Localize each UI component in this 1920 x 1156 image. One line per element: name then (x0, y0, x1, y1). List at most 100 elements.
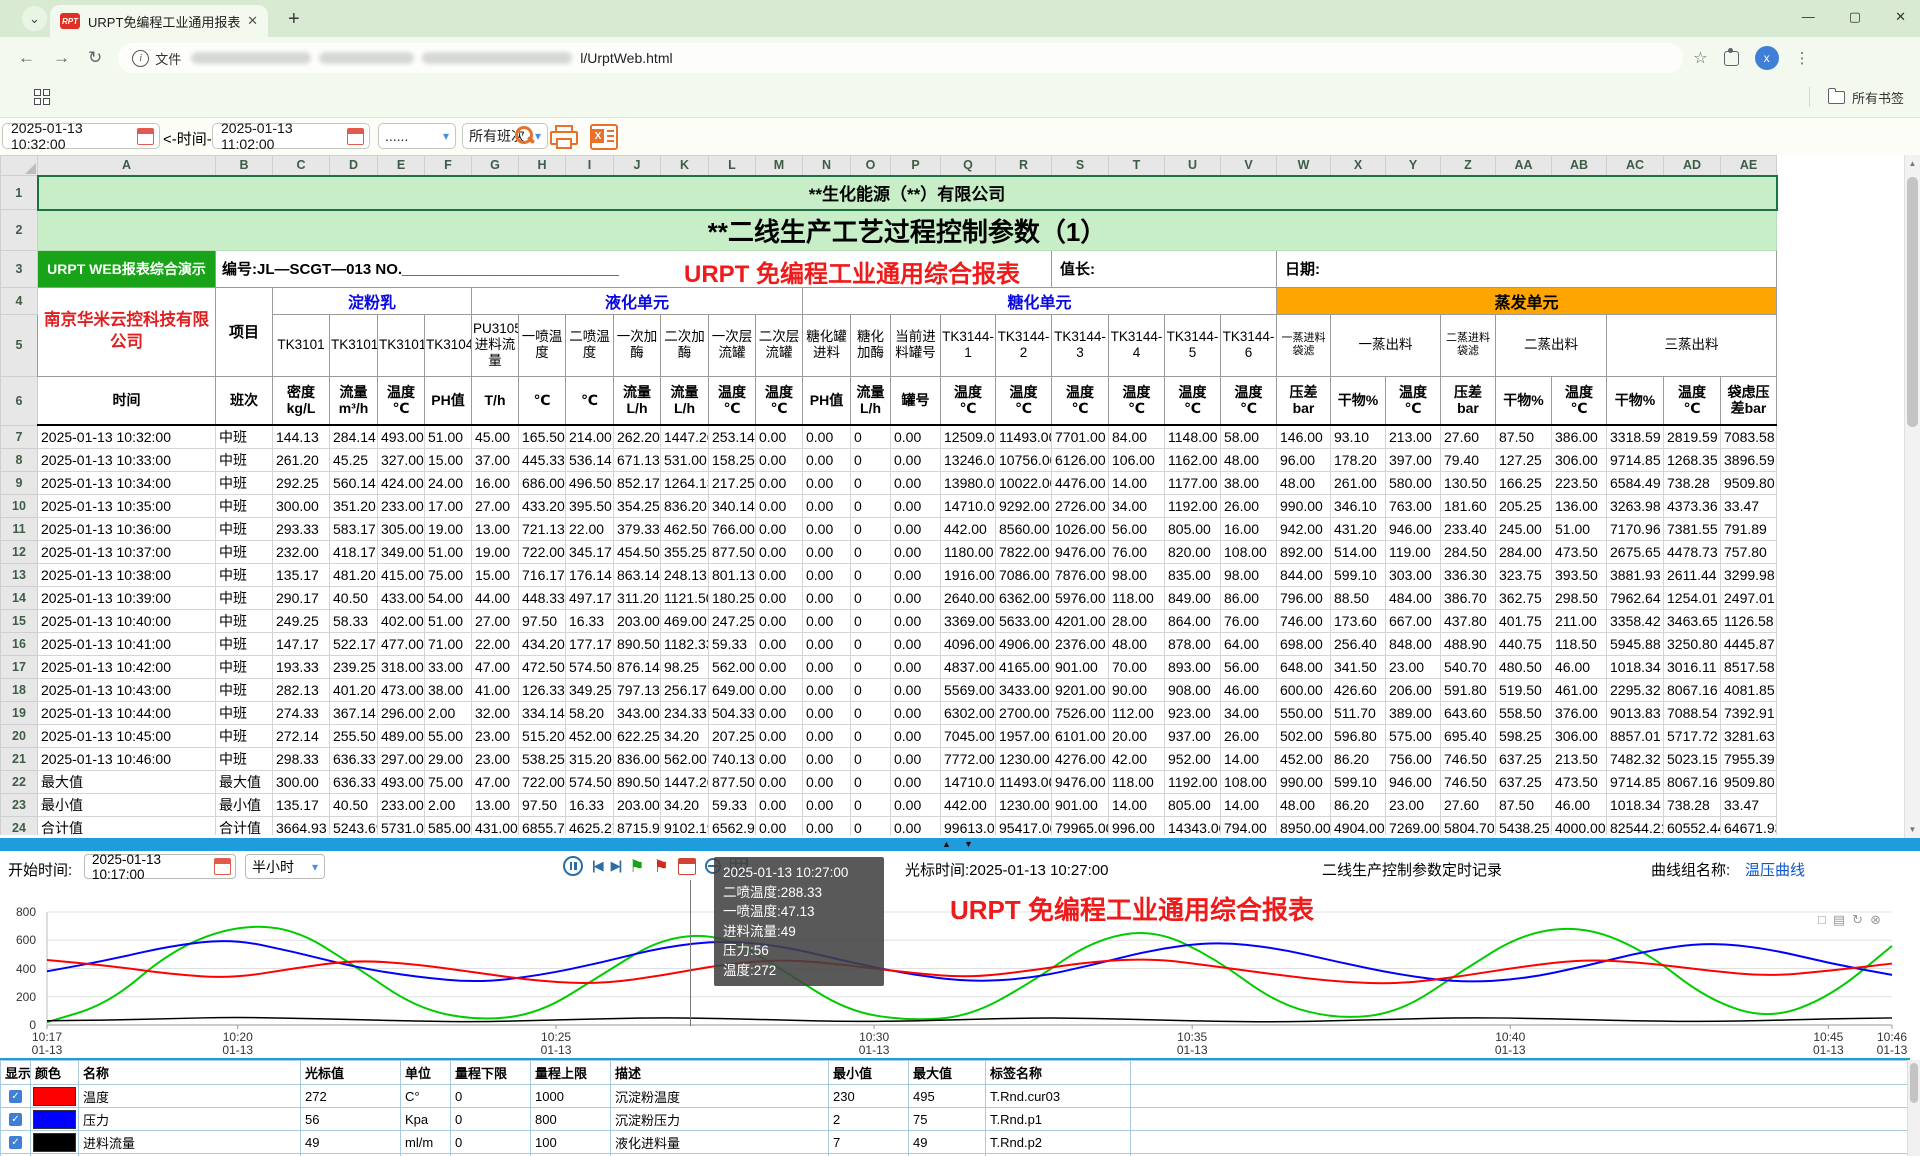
unit-header-cell[interactable]: 流量 L/h (851, 376, 891, 425)
new-tab-button[interactable]: + (288, 8, 300, 31)
value-cell[interactable]: 1162.00 (1165, 449, 1221, 472)
value-cell[interactable]: 0.00 (803, 794, 851, 817)
value-cell[interactable]: 0.00 (803, 564, 851, 587)
value-cell[interactable]: 173.60 (1331, 610, 1386, 633)
value-cell[interactable]: 794.00 (1221, 817, 1277, 836)
value-cell[interactable]: 296.00 (378, 702, 425, 725)
value-cell[interactable]: 3896.59 (1721, 449, 1777, 472)
value-cell[interactable]: 477.00 (378, 633, 425, 656)
value-cell[interactable]: 454.50 (614, 541, 661, 564)
company-title-cell[interactable]: **生化能源（**）有限公司 (38, 176, 1777, 210)
value-cell[interactable]: 60552.44 (1664, 817, 1721, 836)
value-cell[interactable]: 24.00 (425, 472, 472, 495)
value-cell[interactable]: 23.00 (1386, 794, 1441, 817)
series-color-swatch[interactable] (33, 1133, 76, 1152)
value-cell[interactable]: 497.17 (566, 587, 614, 610)
value-cell[interactable]: 791.89 (1721, 518, 1777, 541)
tag-header-cell[interactable]: 二蒸进料袋滤 (1441, 314, 1496, 376)
column-header-H[interactable]: H (519, 156, 566, 176)
value-cell[interactable]: 234.33 (661, 702, 709, 725)
value-cell[interactable]: 386.70 (1441, 587, 1496, 610)
value-cell[interactable]: 401.20 (330, 679, 378, 702)
value-cell[interactable]: 284.00 (1496, 541, 1552, 564)
value-cell[interactable]: 0.00 (756, 449, 803, 472)
value-cell[interactable]: 87.50 (1496, 425, 1552, 449)
value-cell[interactable]: 19.00 (425, 518, 472, 541)
row-number[interactable]: 20 (1, 725, 38, 748)
value-cell[interactable]: 511.70 (1331, 702, 1386, 725)
time-cell[interactable]: 2025-01-13 10:34:00 (38, 472, 216, 495)
print-icon[interactable] (550, 125, 576, 147)
value-cell[interactable]: 112.00 (1109, 702, 1165, 725)
value-cell[interactable]: 538.25 (519, 748, 566, 771)
value-cell[interactable]: 1268.35 (1664, 449, 1721, 472)
value-cell[interactable]: 2726.00 (1052, 495, 1109, 518)
value-cell[interactable]: 166.25 (1496, 472, 1552, 495)
value-cell[interactable]: 473.00 (378, 679, 425, 702)
value-cell[interactable]: 805.00 (1165, 794, 1221, 817)
forward-icon[interactable]: → (53, 48, 70, 68)
value-cell[interactable]: 7482.32 (1607, 748, 1664, 771)
value-cell[interactable]: 877.50 (709, 771, 756, 794)
value-cell[interactable]: 0 (851, 449, 891, 472)
unit-header-cell[interactable]: 流量 m³/h (330, 376, 378, 425)
value-cell[interactable]: 14.00 (1109, 472, 1165, 495)
value-cell[interactable]: 515.20 (519, 725, 566, 748)
value-cell[interactable]: 801.13 (709, 564, 756, 587)
value-cell[interactable]: 0.00 (756, 702, 803, 725)
value-cell[interactable]: 622.25 (614, 725, 661, 748)
value-cell[interactable]: 144.13 (273, 425, 330, 449)
shift-cell[interactable]: 中班 (216, 587, 273, 610)
value-cell[interactable]: 893.00 (1165, 656, 1221, 679)
value-cell[interactable]: 437.80 (1441, 610, 1496, 633)
value-cell[interactable]: 7772.00 (941, 748, 996, 771)
unit-header-cell[interactable]: 罐号 (891, 376, 941, 425)
row-number[interactable]: 11 (1, 518, 38, 541)
value-cell[interactable]: 8560.00 (996, 518, 1052, 541)
value-cell[interactable]: 233.00 (378, 495, 425, 518)
value-cell[interactable]: 70.00 (1109, 656, 1165, 679)
time-cell[interactable]: 2025-01-13 10:36:00 (38, 518, 216, 541)
value-cell[interactable]: 93.10 (1331, 425, 1386, 449)
shift-header-cell[interactable]: 班次 (216, 376, 273, 425)
value-cell[interactable]: 17.00 (425, 495, 472, 518)
tag-header-cell[interactable]: 二喷温度 (566, 314, 614, 376)
value-cell[interactable]: 0.00 (803, 610, 851, 633)
value-cell[interactable]: 502.00 (1277, 725, 1331, 748)
value-cell[interactable]: 7083.58 (1721, 425, 1777, 449)
value-cell[interactable]: 0.00 (803, 702, 851, 725)
value-cell[interactable]: 40.50 (330, 587, 378, 610)
column-header-V[interactable]: V (1221, 156, 1277, 176)
value-cell[interactable]: 79.40 (1441, 449, 1496, 472)
value-cell[interactable]: 496.50 (566, 472, 614, 495)
visibility-checkbox[interactable]: ✓ (9, 1113, 22, 1126)
value-cell[interactable]: 20.00 (1109, 725, 1165, 748)
value-cell[interactable]: 0.00 (756, 518, 803, 541)
red-flag-icon[interactable]: ⚑ (654, 858, 669, 875)
value-cell[interactable]: 3299.98 (1721, 564, 1777, 587)
value-cell[interactable]: 9201.00 (1052, 679, 1109, 702)
value-cell[interactable]: 84.00 (1109, 425, 1165, 449)
value-cell[interactable]: 5804.70 (1441, 817, 1496, 836)
value-cell[interactable]: 292.25 (273, 472, 330, 495)
value-cell[interactable]: 418.17 (330, 541, 378, 564)
value-cell[interactable]: 261.00 (1331, 472, 1386, 495)
value-cell[interactable]: 46.00 (1552, 794, 1607, 817)
value-cell[interactable]: 262.20 (614, 425, 661, 449)
visibility-checkbox[interactable]: ✓ (9, 1090, 22, 1103)
value-cell[interactable]: 756.00 (1386, 748, 1441, 771)
value-cell[interactable]: 716.17 (519, 564, 566, 587)
unit-header-cell[interactable]: 温度 ℃ (941, 376, 996, 425)
value-cell[interactable]: 489.00 (378, 725, 425, 748)
value-cell[interactable]: 367.14 (330, 702, 378, 725)
value-cell[interactable]: 6101.00 (1052, 725, 1109, 748)
value-cell[interactable]: 440.75 (1496, 633, 1552, 656)
row-number[interactable]: 8 (1, 449, 38, 472)
value-cell[interactable]: 740.13 (709, 748, 756, 771)
value-cell[interactable]: 560.14 (330, 472, 378, 495)
value-cell[interactable]: 297.00 (378, 748, 425, 771)
value-cell[interactable]: 0 (851, 725, 891, 748)
value-cell[interactable]: 766.00 (709, 518, 756, 541)
value-cell[interactable]: 488.90 (1441, 633, 1496, 656)
summary-label-cell[interactable]: 最大值 (216, 771, 273, 794)
